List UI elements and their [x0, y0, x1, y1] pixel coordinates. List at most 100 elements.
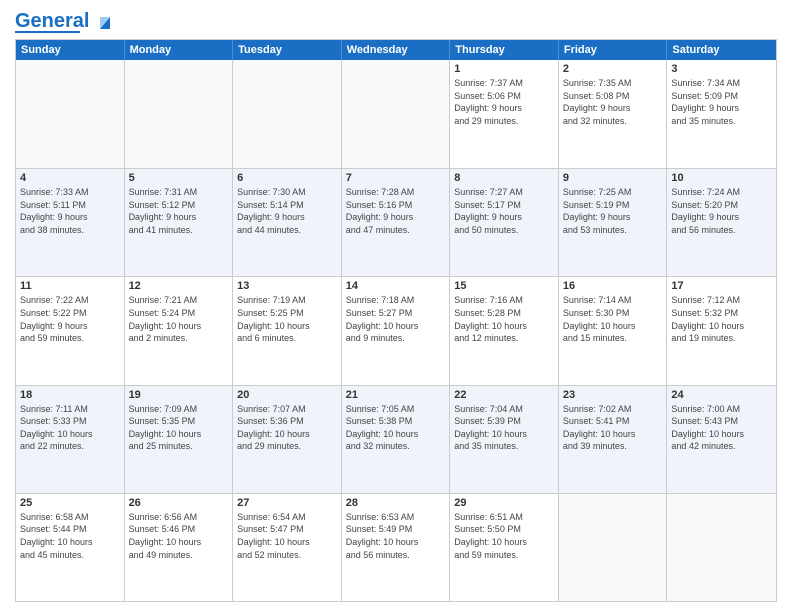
day-info-15: Sunrise: 7:16 AM Sunset: 5:28 PM Dayligh…: [454, 294, 554, 344]
day-info-23: Sunrise: 7:02 AM Sunset: 5:41 PM Dayligh…: [563, 403, 663, 453]
week-row-3: 11 Sunrise: 7:22 AM Sunset: 5:22 PM Dayli…: [16, 276, 776, 384]
day-info-21: Sunrise: 7:05 AM Sunset: 5:38 PM Dayligh…: [346, 403, 446, 453]
day-number-7: 7: [346, 172, 446, 184]
header-sunday: Sunday: [16, 40, 125, 60]
day-cell-17: 17 Sunrise: 7:12 AM Sunset: 5:32 PM Dayli…: [667, 277, 776, 384]
day-info-11: Sunrise: 7:22 AM Sunset: 5:22 PM Dayligh…: [20, 294, 120, 344]
day-info-10: Sunrise: 7:24 AM Sunset: 5:20 PM Dayligh…: [671, 186, 772, 236]
day-cell-5: 5 Sunrise: 7:31 AM Sunset: 5:12 PM Daylig…: [125, 169, 234, 276]
day-number-6: 6: [237, 172, 337, 184]
day-cell-1: 1Sunrise: 7:37 AM Sunset: 5:06 PM Daylig…: [450, 60, 559, 168]
day-info-18: Sunrise: 7:11 AM Sunset: 5:33 PM Dayligh…: [20, 403, 120, 453]
week-row-1: 1Sunrise: 7:37 AM Sunset: 5:06 PM Daylig…: [16, 60, 776, 168]
day-cell-13: 13 Sunrise: 7:19 AM Sunset: 5:25 PM Dayli…: [233, 277, 342, 384]
header-monday: Monday: [125, 40, 234, 60]
day-info-24: Sunrise: 7:00 AM Sunset: 5:43 PM Dayligh…: [671, 403, 772, 453]
day-info-14: Sunrise: 7:18 AM Sunset: 5:27 PM Dayligh…: [346, 294, 446, 344]
day-number-19: 19: [129, 389, 229, 401]
day-info-3: Sunrise: 7:34 AM Sunset: 5:09 PM Dayligh…: [671, 77, 772, 127]
day-number-12: 12: [129, 280, 229, 292]
day-number-27: 27: [237, 497, 337, 509]
day-cell-19: 19 Sunrise: 7:09 AM Sunset: 5:35 PM Dayli…: [125, 386, 234, 493]
day-cell-15: 15 Sunrise: 7:16 AM Sunset: 5:28 PM Dayli…: [450, 277, 559, 384]
day-cell-12: 12 Sunrise: 7:21 AM Sunset: 5:24 PM Dayli…: [125, 277, 234, 384]
logo: General: [15, 10, 115, 33]
day-number-20: 20: [237, 389, 337, 401]
day-cell-6: 6 Sunrise: 7:30 AM Sunset: 5:14 PM Daylig…: [233, 169, 342, 276]
empty-cell: [125, 60, 234, 168]
day-cell-14: 14 Sunrise: 7:18 AM Sunset: 5:27 PM Dayli…: [342, 277, 451, 384]
day-number-17: 17: [671, 280, 772, 292]
day-info-7: Sunrise: 7:28 AM Sunset: 5:16 PM Dayligh…: [346, 186, 446, 236]
day-cell-18: 18 Sunrise: 7:11 AM Sunset: 5:33 PM Dayli…: [16, 386, 125, 493]
week-row-2: 4 Sunrise: 7:33 AM Sunset: 5:11 PM Daylig…: [16, 168, 776, 276]
logo-icon: [96, 13, 114, 31]
day-cell-28: 28 Sunrise: 6:53 AM Sunset: 5:49 PM Dayli…: [342, 494, 451, 601]
header-thursday: Thursday: [450, 40, 559, 60]
day-info-28: Sunrise: 6:53 AM Sunset: 5:49 PM Dayligh…: [346, 511, 446, 561]
day-info-29: Sunrise: 6:51 AM Sunset: 5:50 PM Dayligh…: [454, 511, 554, 561]
day-info-5: Sunrise: 7:31 AM Sunset: 5:12 PM Dayligh…: [129, 186, 229, 236]
empty-cell: [16, 60, 125, 168]
day-cell-26: 26 Sunrise: 6:56 AM Sunset: 5:46 PM Dayli…: [125, 494, 234, 601]
day-number-21: 21: [346, 389, 446, 401]
day-number-13: 13: [237, 280, 337, 292]
header-friday: Friday: [559, 40, 668, 60]
day-cell-3: 3 Sunrise: 7:34 AM Sunset: 5:09 PM Daylig…: [667, 60, 776, 168]
day-number-8: 8: [454, 172, 554, 184]
day-info-20: Sunrise: 7:07 AM Sunset: 5:36 PM Dayligh…: [237, 403, 337, 453]
header-wednesday: Wednesday: [342, 40, 451, 60]
day-cell-16: 16Sunrise: 7:14 AM Sunset: 5:30 PM Dayli…: [559, 277, 668, 384]
day-cell-21: 21 Sunrise: 7:05 AM Sunset: 5:38 PM Dayli…: [342, 386, 451, 493]
day-number-11: 11: [20, 280, 120, 292]
day-cell-24: 24 Sunrise: 7:00 AM Sunset: 5:43 PM Dayli…: [667, 386, 776, 493]
calendar: Sunday Monday Tuesday Wednesday Thursday…: [15, 39, 777, 602]
day-number-24: 24: [671, 389, 772, 401]
day-cell-8: 8 Sunrise: 7:27 AM Sunset: 5:17 PM Daylig…: [450, 169, 559, 276]
day-info-6: Sunrise: 7:30 AM Sunset: 5:14 PM Dayligh…: [237, 186, 337, 236]
day-info-27: Sunrise: 6:54 AM Sunset: 5:47 PM Dayligh…: [237, 511, 337, 561]
empty-cell: [559, 494, 668, 601]
day-number-25: 25: [20, 497, 120, 509]
calendar-body: 1Sunrise: 7:37 AM Sunset: 5:06 PM Daylig…: [16, 60, 776, 601]
day-number-23: 23: [563, 389, 663, 401]
header-saturday: Saturday: [667, 40, 776, 60]
day-number-9: 9: [563, 172, 663, 184]
day-info-8: Sunrise: 7:27 AM Sunset: 5:17 PM Dayligh…: [454, 186, 554, 236]
day-info-22: Sunrise: 7:04 AM Sunset: 5:39 PM Dayligh…: [454, 403, 554, 453]
empty-cell: [667, 494, 776, 601]
empty-cell: [233, 60, 342, 168]
day-info-26: Sunrise: 6:56 AM Sunset: 5:46 PM Dayligh…: [129, 511, 229, 561]
day-info-12: Sunrise: 7:21 AM Sunset: 5:24 PM Dayligh…: [129, 294, 229, 344]
day-info-2: Sunrise: 7:35 AM Sunset: 5:08 PM Dayligh…: [563, 77, 663, 127]
day-info-1: Sunrise: 7:37 AM Sunset: 5:06 PM Dayligh…: [454, 77, 554, 127]
header-tuesday: Tuesday: [233, 40, 342, 60]
week-row-5: 25Sunrise: 6:58 AM Sunset: 5:44 PM Dayli…: [16, 493, 776, 601]
header: General: [15, 10, 777, 33]
day-number-22: 22: [454, 389, 554, 401]
empty-cell: [342, 60, 451, 168]
logo-text: General: [15, 10, 115, 33]
day-cell-22: 22 Sunrise: 7:04 AM Sunset: 5:39 PM Dayli…: [450, 386, 559, 493]
day-number-15: 15: [454, 280, 554, 292]
day-info-13: Sunrise: 7:19 AM Sunset: 5:25 PM Dayligh…: [237, 294, 337, 344]
day-number-16: 16: [563, 280, 663, 292]
day-cell-9: 9Sunrise: 7:25 AM Sunset: 5:19 PM Daylig…: [559, 169, 668, 276]
logo-underline: [15, 31, 80, 33]
day-number-18: 18: [20, 389, 120, 401]
day-info-19: Sunrise: 7:09 AM Sunset: 5:35 PM Dayligh…: [129, 403, 229, 453]
day-cell-25: 25Sunrise: 6:58 AM Sunset: 5:44 PM Dayli…: [16, 494, 125, 601]
day-number-4: 4: [20, 172, 120, 184]
day-number-2: 2: [563, 63, 663, 75]
day-number-3: 3: [671, 63, 772, 75]
day-number-14: 14: [346, 280, 446, 292]
day-number-26: 26: [129, 497, 229, 509]
day-info-4: Sunrise: 7:33 AM Sunset: 5:11 PM Dayligh…: [20, 186, 120, 236]
day-info-17: Sunrise: 7:12 AM Sunset: 5:32 PM Dayligh…: [671, 294, 772, 344]
day-number-5: 5: [129, 172, 229, 184]
day-number-29: 29: [454, 497, 554, 509]
day-number-10: 10: [671, 172, 772, 184]
day-cell-11: 11 Sunrise: 7:22 AM Sunset: 5:22 PM Dayli…: [16, 277, 125, 384]
day-cell-23: 23 Sunrise: 7:02 AM Sunset: 5:41 PM Dayli…: [559, 386, 668, 493]
day-number-28: 28: [346, 497, 446, 509]
